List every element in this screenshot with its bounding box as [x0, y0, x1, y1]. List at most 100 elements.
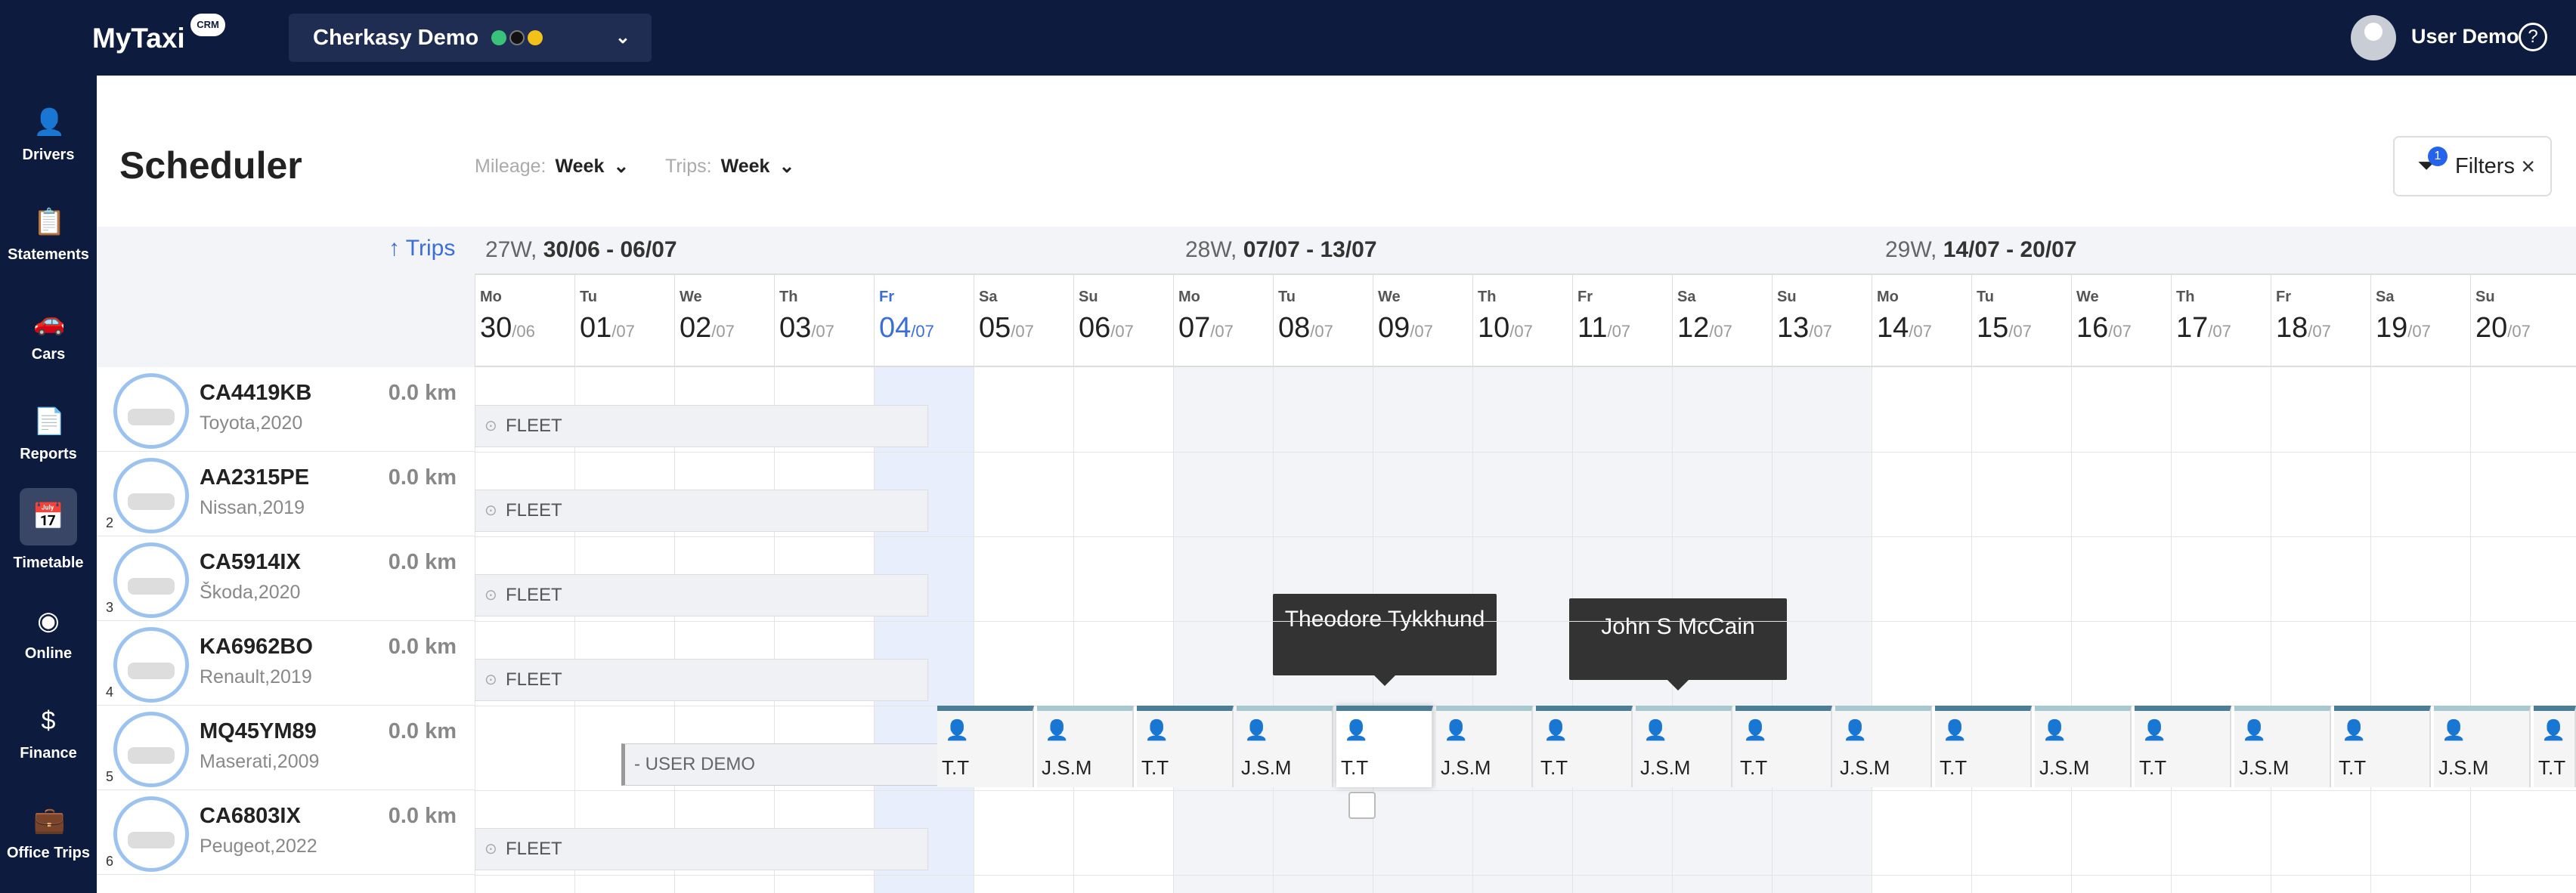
- driver-icon: 👤: [2441, 718, 2466, 741]
- day-column[interactable]: [974, 367, 1073, 893]
- trip-block[interactable]: 👤 T.T: [1336, 706, 1433, 787]
- day-header: Sa 05/07: [974, 275, 1073, 367]
- driver-icon: 👤: [945, 718, 970, 741]
- car-plate[interactable]: CA4419KB: [200, 381, 311, 406]
- trip-block[interactable]: 👤 J.S.M: [1237, 706, 1333, 787]
- sidebar-label: Online: [24, 645, 73, 662]
- trip-block[interactable]: 👤 T.T: [1536, 706, 1633, 787]
- car-row[interactable]: CA4419KB Toyota,2020 0.0 km: [97, 367, 475, 452]
- trip-block[interactable]: 👤 T.T: [1137, 706, 1234, 787]
- mileage-control[interactable]: Mileage: Week ⌄: [475, 155, 629, 178]
- app-logo[interactable]: MyTaxi: [92, 23, 185, 54]
- week-label: 29W, 14/07 - 20/07: [1885, 237, 2077, 262]
- day-number: 06/07: [1079, 312, 1134, 344]
- day-number: 03/07: [779, 312, 834, 344]
- driver-initials: J.S.M: [1840, 756, 1890, 779]
- sidebar-item-reports[interactable]: 📄 Reports: [0, 391, 97, 482]
- trip-checkbox[interactable]: [1348, 792, 1376, 819]
- sidebar-item-office-trips[interactable]: 💼 Office Trips: [0, 790, 97, 881]
- day-column[interactable]: [2171, 367, 2271, 893]
- driver-tooltip: John S McCain: [1569, 598, 1787, 691]
- car-plate[interactable]: KA6962BO: [200, 635, 313, 660]
- car-row[interactable]: 3 CA5914IX Škoda,2020 0.0 km: [97, 536, 475, 621]
- day-number: 07/07: [1178, 312, 1234, 344]
- weekday-label: Sa: [979, 289, 998, 305]
- fleet-assignment[interactable]: FLEET: [475, 574, 928, 616]
- day-column[interactable]: [2071, 367, 2171, 893]
- sidebar-item-online[interactable]: ◉ Online: [0, 591, 97, 681]
- filters-count-badge: 1: [2428, 147, 2448, 166]
- trips-value[interactable]: Week: [721, 156, 770, 177]
- sidebar-item-drivers[interactable]: 👤 Drivers: [0, 92, 97, 183]
- sidebar-label: Statements: [8, 246, 89, 263]
- trip-block[interactable]: 👤 T.T: [1935, 706, 2032, 787]
- fleet-assignment[interactable]: FLEET: [475, 828, 928, 870]
- sidebar-item-finance[interactable]: $ Finance: [0, 691, 97, 781]
- day-column[interactable]: [1872, 367, 1971, 893]
- driver-initials: T.T: [2538, 756, 2566, 779]
- sidebar-item-statements[interactable]: 📋 Statements: [0, 192, 97, 283]
- close-icon[interactable]: ×: [2521, 138, 2535, 195]
- trip-block[interactable]: 👤 T.T: [1735, 706, 1832, 787]
- car-mileage: 0.0 km: [388, 550, 457, 574]
- trip-block[interactable]: 👤 J.S.M: [2234, 706, 2331, 787]
- day-column[interactable]: [2271, 367, 2370, 893]
- sidebar-item-cars[interactable]: 🚗 Cars: [0, 292, 97, 382]
- trip-block[interactable]: 👤 J.S.M: [1436, 706, 1533, 787]
- day-number: 01/07: [580, 312, 635, 344]
- day-header: Su 06/07: [1073, 275, 1173, 367]
- filters-button[interactable]: ⏷ 1 Filters ×: [2393, 136, 2552, 196]
- fleet-assignment[interactable]: FLEET: [475, 405, 928, 447]
- car-plate[interactable]: AA2315PE: [200, 465, 309, 490]
- user-avatar[interactable]: [2351, 15, 2396, 60]
- car-plate[interactable]: CA6803IX: [200, 804, 301, 829]
- car-thumbnail: [113, 542, 189, 618]
- trip-block[interactable]: 👤 T.T: [2534, 706, 2576, 787]
- car-row[interactable]: 5 MQ45YM89 Maserati,2009 0.0 km: [97, 706, 475, 790]
- day-header: Mo 30/06: [475, 275, 574, 367]
- day-column[interactable]: [1073, 367, 1173, 893]
- day-number: 16/07: [2076, 312, 2132, 344]
- day-column[interactable]: [2370, 367, 2470, 893]
- chevron-down-icon: ⌄: [779, 156, 795, 177]
- trip-block[interactable]: 👤 J.S.M: [2035, 706, 2132, 787]
- car-plate[interactable]: MQ45YM89: [200, 719, 317, 744]
- location-selector[interactable]: Cherkasy Demo ⌄: [289, 14, 652, 62]
- day-number: 17/07: [2176, 312, 2231, 344]
- driver-initials: T.T: [942, 756, 970, 779]
- car-row[interactable]: 4 KA6962BO Renault,2019 0.0 km: [97, 621, 475, 706]
- trips-label: Trips:: [665, 156, 712, 177]
- briefcase-icon: 💼: [33, 806, 66, 835]
- driver-initials: J.S.M: [1640, 756, 1691, 779]
- day-column[interactable]: [1173, 367, 1273, 893]
- trip-block[interactable]: 👤 J.S.M: [1636, 706, 1732, 787]
- trips-sort-button[interactable]: ↑ Trips: [389, 236, 455, 261]
- car-row[interactable]: 2 AA2315PE Nissan,2019 0.0 km: [97, 452, 475, 536]
- day-header-row: Mo 30/06 Tu 01/07 We 02/07 Th 03/07 Fr 04/07 Sa 05/…: [475, 275, 2576, 367]
- trip-block[interactable]: 👤 T.T: [2135, 706, 2231, 787]
- day-column[interactable]: [1971, 367, 2071, 893]
- car-thumbnail: [113, 373, 189, 449]
- car-plate[interactable]: CA5914IX: [200, 550, 301, 575]
- trip-block[interactable]: 👤 J.S.M: [1835, 706, 1932, 787]
- user-name[interactable]: User Demo: [2411, 25, 2519, 48]
- trips-control[interactable]: Trips: Week ⌄: [665, 155, 794, 178]
- day-header: We 09/07: [1373, 275, 1472, 367]
- day-header: Th 10/07: [1472, 275, 1572, 367]
- trip-block[interactable]: 👤 J.S.M: [2434, 706, 2531, 787]
- car-model: Maserati,2009: [200, 751, 320, 772]
- mileage-value[interactable]: Week: [556, 156, 605, 177]
- sidebar-label: Finance: [20, 745, 77, 762]
- car-model: Renault,2019: [200, 666, 312, 688]
- driver-initials: J.S.M: [2239, 756, 2290, 779]
- trip-block[interactable]: 👤 T.T: [937, 706, 1034, 787]
- trip-block[interactable]: 👤 T.T: [2334, 706, 2431, 787]
- day-column[interactable]: [2470, 367, 2570, 893]
- user-assignment[interactable]: - USER DEMO: [621, 743, 939, 786]
- help-icon[interactable]: ?: [2519, 23, 2547, 51]
- fleet-assignment[interactable]: FLEET: [475, 490, 928, 532]
- car-row[interactable]: 6 CA6803IX Peugeot,2022 0.0 km: [97, 790, 475, 875]
- trip-block[interactable]: 👤 J.S.M: [1037, 706, 1134, 787]
- fleet-assignment[interactable]: FLEET: [475, 659, 928, 701]
- sidebar-item-timetable[interactable]: 📅 Timetable: [0, 488, 97, 579]
